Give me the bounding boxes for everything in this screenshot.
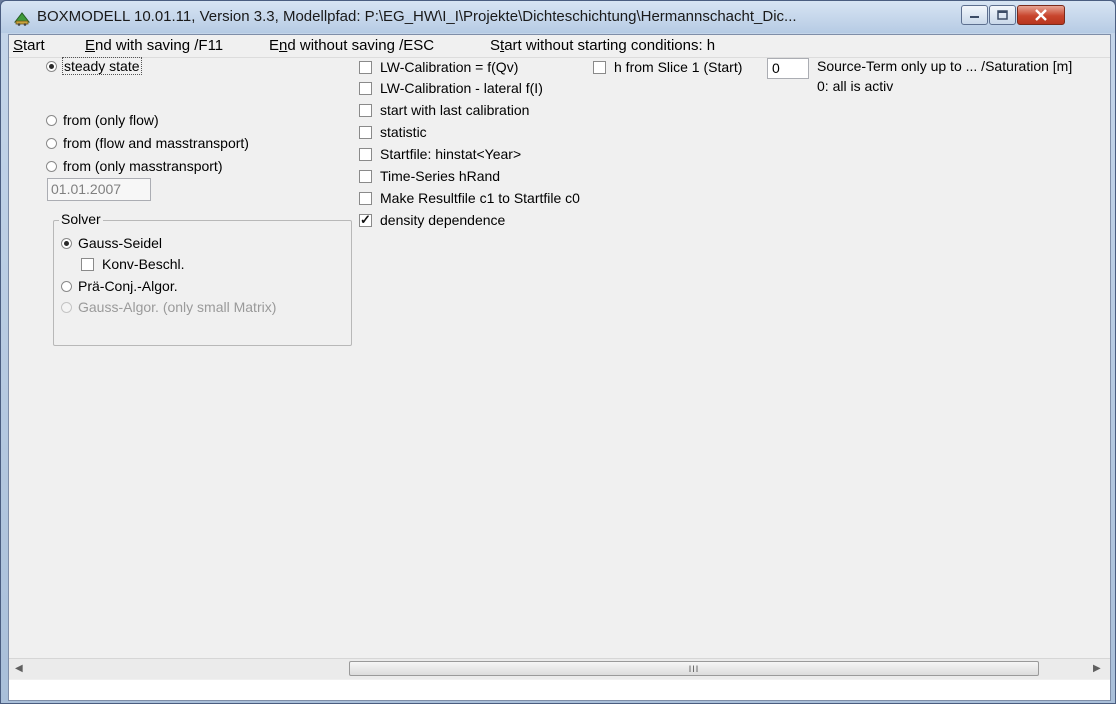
- checkbox-konv-beschl[interactable]: Konv-Beschl.: [81, 256, 184, 272]
- radio-label: from (only masstransport): [63, 158, 223, 174]
- radio-label: steady state: [62, 57, 142, 75]
- checkbox-label: h from Slice 1 (Start): [614, 59, 743, 75]
- checkbox-make-resultfile[interactable]: Make Resultfile c1 to Startfile c0: [359, 190, 580, 206]
- checkbox-label: Konv-Beschl.: [102, 256, 185, 272]
- checkbox-label: Make Resultfile c1 to Startfile c0: [380, 190, 580, 206]
- checkbox-label: start with last calibration: [380, 102, 530, 118]
- checkbox-label: Time-Series hRand: [380, 168, 501, 184]
- menu-end-with-saving[interactable]: End with saving /F11: [85, 37, 223, 54]
- source-term-input[interactable]: 0: [767, 58, 809, 79]
- menu-bar: Start End with saving /F11 End without s…: [9, 35, 1110, 58]
- checkbox-box: [593, 60, 606, 74]
- checkbox-statistic[interactable]: statistic: [359, 124, 427, 140]
- source-term-label: Source-Term only up to ... /Saturation […: [817, 58, 1073, 74]
- checkbox-lw-calibration-qv[interactable]: LW-Calibration = f(Qv): [359, 59, 518, 75]
- checkbox-box: [359, 191, 372, 205]
- checkbox-box: [359, 60, 372, 74]
- scrollbar-grip: III: [688, 663, 700, 674]
- maximize-button[interactable]: [989, 5, 1016, 25]
- maximize-icon: [997, 10, 1008, 20]
- radio-steady-state[interactable]: steady state: [46, 57, 142, 75]
- window-title: BOXMODELL 10.01.11, Version 3.3, Modellp…: [37, 8, 797, 25]
- checkbox-label: statistic: [380, 124, 427, 140]
- source-term-note: 0: all is activ: [817, 78, 894, 94]
- start-date-field[interactable]: 01.01.2007: [47, 178, 151, 201]
- horizontal-scrollbar[interactable]: ◀ III ▶: [9, 658, 1110, 679]
- checkbox-box: [359, 81, 372, 95]
- checkbox-label: density dependence: [380, 212, 506, 228]
- checkbox-box: [359, 103, 372, 117]
- checkbox-box: [359, 125, 372, 139]
- checkbox-label: LW-Calibration = f(Qv): [380, 59, 519, 75]
- radio-from-only-masstransport[interactable]: from (only masstransport): [46, 158, 222, 174]
- client-area: Start End with saving /F11 End without s…: [8, 34, 1111, 701]
- menu-end-saving-mnemonic: E: [85, 37, 96, 54]
- checkbox-time-series[interactable]: Time-Series hRand: [359, 168, 500, 184]
- close-button[interactable]: [1017, 5, 1065, 25]
- menu-start-no-cond-label: art without starting conditions: h: [504, 37, 716, 54]
- radio-label: from (only flow): [63, 112, 159, 128]
- minimize-button[interactable]: [961, 5, 988, 25]
- checkbox-label: Startfile: hinstat<Year>: [380, 146, 522, 162]
- menu-start[interactable]: Start: [13, 37, 45, 54]
- radio-indicator: [61, 237, 72, 249]
- radio-indicator: [46, 114, 57, 126]
- radio-indicator: [61, 301, 72, 313]
- scroll-right-icon[interactable]: ▶: [1093, 663, 1101, 674]
- menu-end-no-saving-prefix: E: [269, 37, 280, 54]
- radio-gauss-seidel[interactable]: Gauss-Seidel: [61, 235, 162, 251]
- menu-start-without-conditions[interactable]: Start without starting conditions: h: [490, 37, 715, 54]
- checkbox-startfile[interactable]: Startfile: hinstat<Year>: [359, 146, 521, 162]
- radio-label: Prä-Conj.-Algor.: [78, 278, 178, 294]
- scroll-left-icon[interactable]: ◀: [15, 663, 23, 674]
- radio-indicator: [46, 160, 57, 172]
- menu-start-mnemonic: S: [13, 37, 24, 54]
- checkbox-h-from-slice[interactable]: h from Slice 1 (Start): [593, 59, 742, 75]
- solver-group-title: Solver: [59, 211, 103, 227]
- app-icon: [13, 12, 31, 26]
- checkbox-box: [359, 212, 372, 228]
- close-icon: [1035, 9, 1047, 21]
- radio-label: Gauss-Seidel: [78, 235, 163, 251]
- checkbox-box: [81, 257, 94, 271]
- checkbox-label: LW-Calibration - lateral f(I): [380, 80, 543, 96]
- menu-start-label: tart: [23, 37, 45, 54]
- radio-from-only-flow[interactable]: from (only flow): [46, 112, 159, 128]
- radio-gauss-algor: Gauss-Algor. (only small Matrix): [61, 299, 276, 315]
- menu-end-without-saving[interactable]: End without saving /ESC: [269, 37, 434, 54]
- app-window: BOXMODELL 10.01.11, Version 3.3, Modellp…: [0, 0, 1116, 704]
- radio-label: from (flow and masstransport): [63, 135, 249, 151]
- radio-label: Gauss-Algor. (only small Matrix): [78, 299, 277, 315]
- title-bar[interactable]: BOXMODELL 10.01.11, Version 3.3, Modellp…: [1, 1, 1115, 33]
- checkbox-density-dependence[interactable]: density dependence: [359, 212, 505, 228]
- radio-from-flow-and-masstransport[interactable]: from (flow and masstransport): [46, 135, 249, 151]
- menu-start-no-cond-prefix: S: [490, 37, 501, 54]
- checkbox-box: [359, 147, 372, 161]
- checkbox-start-last-calibration[interactable]: start with last calibration: [359, 102, 529, 118]
- radio-indicator: [46, 60, 57, 72]
- menu-end-no-saving-label: d without saving /ESC: [287, 37, 435, 54]
- settings-pane: steady state from (only flow) from (flow…: [9, 57, 1110, 680]
- checkbox-lw-calibration-lateral[interactable]: LW-Calibration - lateral f(I): [359, 80, 543, 96]
- minimize-icon: [970, 16, 979, 18]
- scrollbar-thumb[interactable]: III: [349, 661, 1039, 676]
- radio-indicator: [61, 280, 72, 292]
- radio-pra-conj-algor[interactable]: Prä-Conj.-Algor.: [61, 278, 178, 294]
- menu-end-saving-label: nd with saving /F11: [95, 37, 224, 54]
- radio-indicator: [46, 137, 57, 149]
- checkbox-box: [359, 169, 372, 183]
